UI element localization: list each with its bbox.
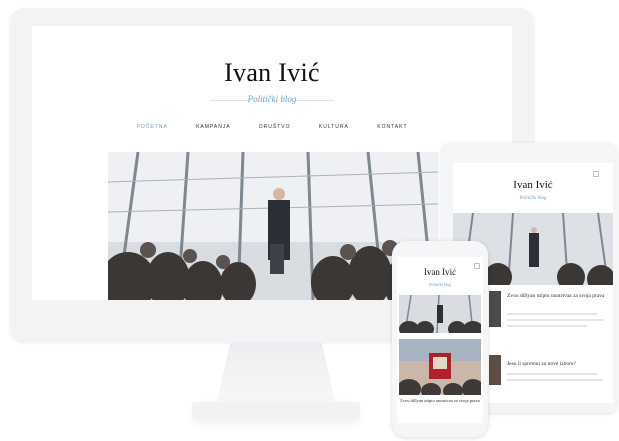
nav-item-drustvo[interactable]: DRUŠTVO (259, 124, 290, 130)
phone-menu-icon[interactable] (474, 263, 480, 269)
tablet-post-title-2[interactable]: Jesu li spremni za nove izbore? (507, 361, 607, 368)
tagline-rule-right (296, 100, 334, 101)
site-tagline: Politički blog (247, 94, 297, 104)
tablet-post-thumb-2[interactable] (489, 355, 501, 385)
nav-item-kampanja[interactable]: KAMPANJA (196, 124, 231, 130)
tablet-post-excerpt-1b (507, 319, 603, 321)
monitor-stand-neck (216, 342, 336, 404)
main-nav: POČETNA KAMPANJA DRUŠTVO KULTURA KONTAKT (32, 124, 512, 130)
monitor-stand-base (192, 402, 360, 420)
hero-image (108, 152, 438, 300)
tablet-post-excerpt-1c (507, 325, 587, 327)
phone-site-title[interactable]: Ivan Ivić (397, 267, 483, 277)
tablet-post-excerpt-2b (507, 379, 603, 381)
phone-post-image-2[interactable] (399, 339, 481, 395)
phone-post-title[interactable]: Zvou dillyan utiptu unutrtvaa za svoja p… (400, 398, 480, 404)
nav-item-kultura[interactable]: KULTURA (319, 124, 349, 130)
tablet-post-excerpt-2 (507, 373, 597, 375)
tablet-post-thumb-1[interactable] (489, 291, 501, 327)
phone-site-tagline: Politički blog (429, 282, 451, 287)
tablet-menu-icon[interactable] (593, 171, 599, 177)
tablet-site-tagline: Politički blog (519, 196, 547, 201)
nav-item-pocetna[interactable]: POČETNA (137, 124, 168, 130)
tablet-post-title-1[interactable]: Zvou dillyan utiptu unutrtvaa za svoja p… (507, 293, 607, 300)
nav-item-kontakt[interactable]: KONTAKT (377, 124, 407, 130)
tablet-site-title[interactable]: Ivan Ivić (453, 179, 613, 191)
phone-post-image-1[interactable] (399, 295, 481, 333)
phone-screen: Ivan Ivić Politički blog Zvou dillyan ut… (397, 257, 483, 423)
site-title[interactable]: Ivan Ivić (32, 58, 512, 88)
tablet-post-excerpt-1 (507, 313, 597, 315)
